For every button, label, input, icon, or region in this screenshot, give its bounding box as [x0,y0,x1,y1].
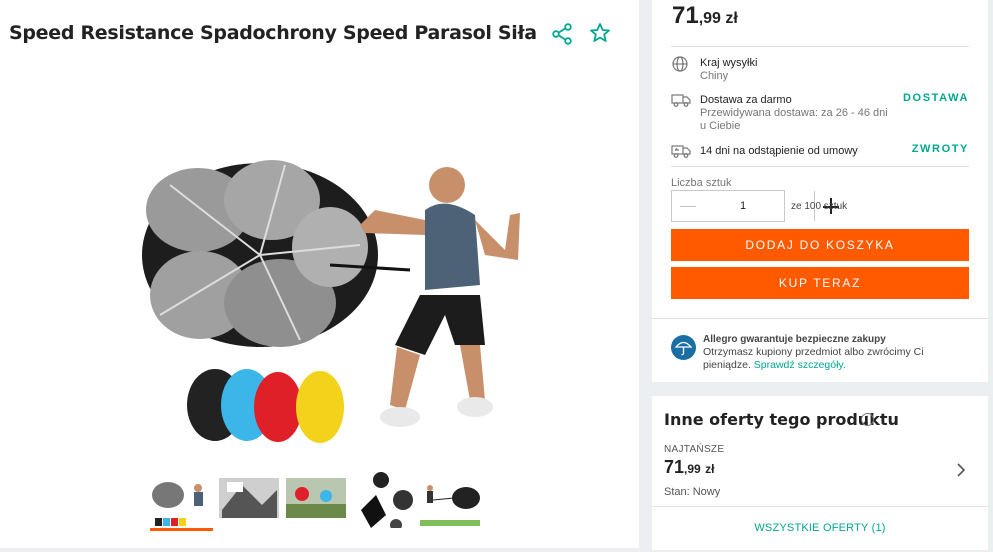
shipping-country-row: Kraj wysyłki Chiny [671,55,969,83]
purchase-panel: 71,99 zł Kraj wysyłki Chiny Dostawa za d… [652,0,988,382]
price-currency: zł [725,10,738,27]
free-delivery-label: Dostawa za darmo [700,94,792,106]
thumbnail-strip [150,470,481,532]
price-fraction: ,99 [698,10,721,27]
divider [652,318,988,319]
guarantee-details-link[interactable]: Sprawdź szczegóły. [754,359,846,371]
buy-now-button[interactable]: KUP TERAZ [671,267,969,299]
guarantee-title: Allegro gwarantuje bezpieczne zakupy [703,334,886,345]
other-offers-panel: Inne oferty tego produktu i NAJTAŃSZE 71… [652,396,988,550]
returns-label: 14 dni na odstąpienie od umowy [700,145,858,157]
all-offers-link[interactable]: WSZYSTKIE OFERTY (1) [652,522,988,534]
thumbnail[interactable] [418,470,481,528]
guarantee-text: Otrzymasz kupiony przedmiot albo zwrócim… [703,346,973,372]
globe-icon [671,55,691,73]
returns-link[interactable]: ZWROTY [912,143,969,155]
thumbnail[interactable] [351,470,414,531]
price-integer: 71 [672,2,699,29]
shipping-country-label: Kraj wysyłki [700,57,758,69]
info-icon[interactable]: i [861,413,874,426]
product-title: Speed Resistance Spadochrony Speed Paras… [9,22,537,44]
expected-delivery: Przewidywana dostawa: za 26 - 46 dni u C… [700,107,888,132]
divider [671,166,969,167]
returns-row: 14 dni na odstąpienie od umowy ZWROTY [671,143,969,163]
return-truck-icon [671,143,691,161]
add-to-cart-button[interactable]: DODAJ DO KOSZYKA [671,229,969,261]
thumbnail[interactable] [284,470,347,528]
offer-price-fraction: ,99 [684,462,701,476]
quantity-stepper [671,190,839,222]
truck-icon [671,92,691,110]
star-outline-icon[interactable] [588,21,612,45]
offer-condition: Stan: Nowy [664,486,721,498]
offer-price-currency: zł [705,462,715,476]
quantity-label: Liczba sztuk [671,177,732,189]
divider [671,46,969,47]
price: 71,99 zł [672,2,738,30]
thumbnail[interactable] [150,470,213,531]
delivery-link[interactable]: DOSTAWA [903,92,969,104]
umbrella-icon [671,335,696,360]
offer-price-integer: 71 [664,457,685,477]
delivery-row: Dostawa za darmo Przewidywana dostawa: z… [671,92,969,134]
product-main-image[interactable] [135,155,525,455]
chevron-right-icon[interactable] [954,460,968,480]
thumbnail[interactable] [217,470,280,528]
cheapest-label: NAJTAŃSZE [664,444,725,455]
divider [652,506,988,507]
offer-price: 71,99 zł [664,457,715,478]
quantity-available: ze 100 sztuk [791,201,848,212]
shipping-country-value: Chiny [700,70,729,82]
product-panel: Speed Resistance Spadochrony Speed Paras… [0,0,639,548]
share-icon[interactable] [550,22,574,46]
